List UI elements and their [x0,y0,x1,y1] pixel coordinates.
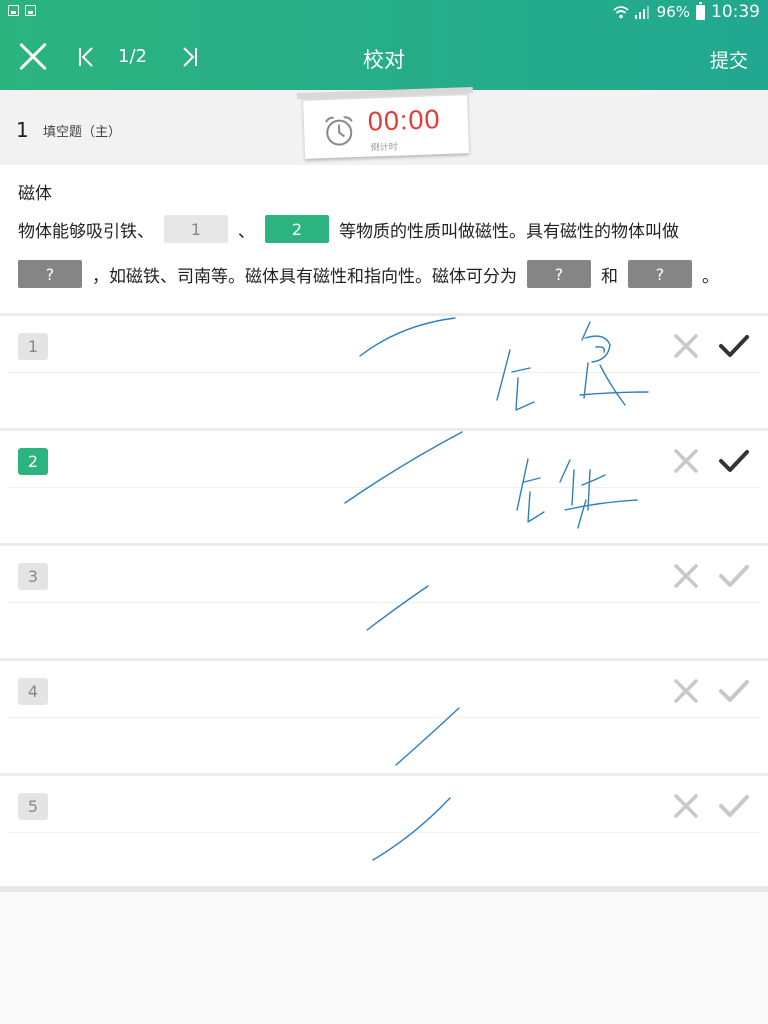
mark-wrong-icon[interactable] [673,333,699,359]
timer-value: 00:00 [367,104,441,137]
question-type: 填空题（主） [43,125,122,140]
divider [8,717,760,718]
image-notification-icon [25,5,36,16]
mark-wrong-icon[interactable] [673,678,699,704]
cellular-signal-icon [634,5,651,19]
question-line-1: 物体能够吸引铁、 1 、 2 等物质的性质叫做磁性。具有磁性的物体叫做 [18,215,679,243]
mark-correct-icon[interactable] [718,793,750,819]
mark-correct-icon[interactable] [718,563,750,589]
question-line-2: ? ，如磁铁、司南等。磁体具有磁性和指向性。磁体可分为 ? 和 ? 。 [18,260,719,288]
list-bottom-divider [0,886,768,892]
blank-4[interactable]: ? [527,260,591,288]
divider [8,372,760,373]
answer-number: 4 [18,678,48,705]
question-text: 。 [702,266,719,287]
question-title: 磁体 [18,184,52,204]
toolbar: 1/2 校对 提交 [0,24,768,90]
blank-2[interactable]: 2 [265,215,329,243]
answer-row-2[interactable]: 2 [0,428,768,543]
mark-correct-icon[interactable] [718,333,750,359]
question-info-bar: 1 填空题（主） 00:00 倒计时 [0,90,768,165]
mark-wrong-icon[interactable] [673,448,699,474]
mark-correct-icon[interactable] [718,448,750,474]
mark-wrong-icon[interactable] [673,563,699,589]
mark-correct-icon[interactable] [718,678,750,704]
answer-number: 5 [18,793,48,820]
divider [8,487,760,488]
app-header-background: 96% 10:39 1/2 校对 提交 [0,0,768,90]
divider [8,832,760,833]
page-title: 校对 [363,48,405,72]
battery-percent: 96% [656,3,690,21]
question-text: 和 [601,266,618,287]
submit-button[interactable]: 提交 [710,46,748,73]
answer-row-4[interactable]: 4 [0,658,768,773]
question-separator: 、 [238,221,255,242]
gallery-notification-icon [8,5,19,16]
timer-label: 倒计时 [370,142,398,154]
question-text: 物体能够吸引铁、 [18,221,154,242]
blank-1[interactable]: 1 [164,215,228,243]
question-content: 磁体 物体能够吸引铁、 1 、 2 等物质的性质叫做磁性。具有磁性的物体叫做 ?… [0,165,768,313]
clock-time: 10:39 [711,2,760,22]
answer-row-1[interactable]: 1 [0,313,768,428]
divider [8,602,760,603]
status-bar: 96% 10:39 [0,0,768,24]
question-text: ，如磁铁、司南等。磁体具有磁性和指向性。磁体可分为 [92,266,517,287]
blank-5[interactable]: ? [628,260,692,288]
answer-number: 3 [18,563,48,590]
answer-row-5[interactable]: 5 [0,773,768,888]
wifi-icon [613,5,629,19]
alarm-clock-icon [322,113,357,148]
countdown-timer: 00:00 倒计时 [302,91,470,159]
answer-row-3[interactable]: 3 [0,543,768,658]
answer-number: 1 [18,333,48,360]
answer-number: 2 [18,448,48,475]
question-number: 1 [16,118,29,142]
battery-icon [696,1,705,20]
question-text: 等物质的性质叫做磁性。具有磁性的物体叫做 [339,221,679,242]
blank-3[interactable]: ? [18,260,82,288]
mark-wrong-icon[interactable] [673,793,699,819]
